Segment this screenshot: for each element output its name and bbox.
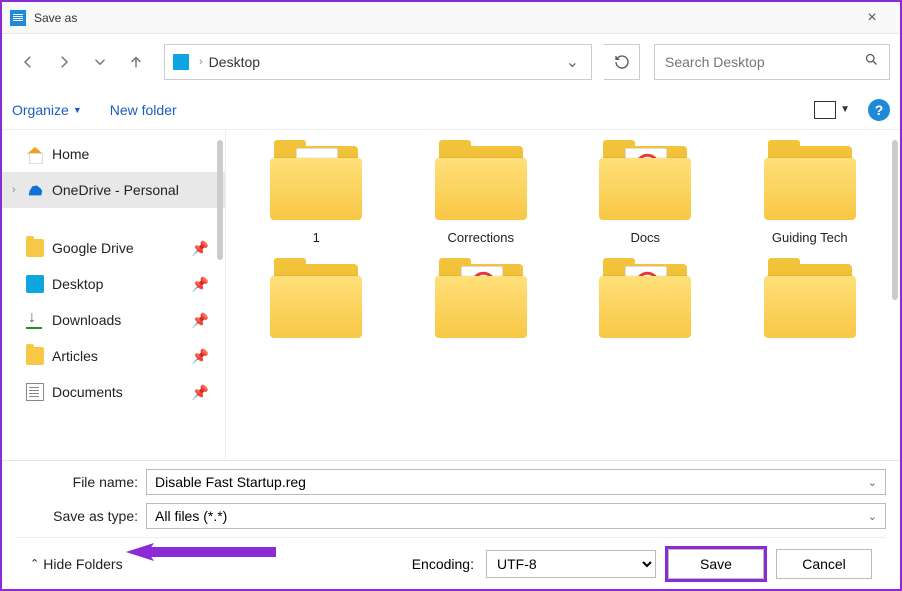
- folder-icon: [760, 140, 860, 222]
- sidebar-item-desktop[interactable]: Desktop📌: [2, 266, 225, 302]
- sidebar-item-documents[interactable]: Documents📌: [2, 374, 225, 410]
- app-icon: [10, 10, 26, 26]
- desktop-icon: [173, 54, 189, 70]
- folder-icon: [760, 258, 860, 340]
- back-button[interactable]: [12, 46, 44, 78]
- cancel-button[interactable]: Cancel: [776, 549, 872, 579]
- filename-input[interactable]: Disable Fast Startup.reg⌄: [146, 469, 886, 495]
- folder-name: Docs: [630, 230, 660, 248]
- recent-dropdown[interactable]: [84, 46, 116, 78]
- view-button[interactable]: [814, 101, 836, 119]
- pin-icon: 📌: [192, 348, 209, 365]
- folder-item[interactable]: Docs: [573, 140, 718, 248]
- view-dropdown-icon[interactable]: ▼: [840, 104, 850, 115]
- address-bar[interactable]: › Desktop ⌄: [164, 44, 592, 80]
- desk-icon: [26, 275, 44, 293]
- main-area: Home›OneDrive - PersonalGoogle Drive📌Des…: [2, 130, 900, 460]
- refresh-button[interactable]: [604, 44, 640, 80]
- pin-icon: 📌: [192, 384, 209, 401]
- folder-item[interactable]: [409, 258, 554, 366]
- sidebar-item-label: Articles: [52, 348, 192, 364]
- organize-menu[interactable]: Organize▼: [12, 102, 82, 118]
- forward-button[interactable]: [48, 46, 80, 78]
- expand-icon: ›: [12, 184, 26, 196]
- sidebar-item-label: OneDrive - Personal: [52, 182, 215, 198]
- current-location: Desktop: [209, 54, 566, 70]
- folder-icon: [266, 258, 366, 340]
- sidebar-item-onedrive-personal[interactable]: › OneDrive - Personal: [2, 172, 225, 208]
- encoding-label: Encoding:: [412, 556, 474, 572]
- folder-name: Guiding Tech: [772, 230, 848, 248]
- sidebar-item-label: Desktop: [52, 276, 192, 292]
- toolbar: Organize▼ New folder ▼ ?: [2, 90, 900, 130]
- nav-row: › Desktop ⌄: [2, 34, 900, 90]
- new-folder-button[interactable]: New folder: [110, 102, 177, 118]
- save-button[interactable]: Save: [668, 549, 764, 579]
- sidebar-item-downloads[interactable]: Downloads📌: [2, 302, 225, 338]
- filename-label: File name:: [16, 474, 146, 490]
- sidebar: Home›OneDrive - PersonalGoogle Drive📌Des…: [2, 130, 226, 460]
- up-button[interactable]: [120, 46, 152, 78]
- fold-icon: [26, 347, 44, 365]
- encoding-select[interactable]: UTF-8: [486, 550, 656, 578]
- search-box[interactable]: [654, 44, 890, 80]
- folder-item[interactable]: [573, 258, 718, 366]
- folder-item[interactable]: [738, 258, 883, 366]
- folder-item[interactable]: [244, 258, 389, 366]
- sidebar-item-google-drive[interactable]: Google Drive📌: [2, 230, 225, 266]
- folder-item[interactable]: Guiding Tech: [738, 140, 883, 248]
- content-scrollbar[interactable]: [892, 140, 898, 300]
- down-icon: [26, 311, 44, 329]
- doc-icon: [26, 383, 44, 401]
- sidebar-item-label: Documents: [52, 384, 192, 400]
- pin-icon: 📌: [192, 312, 209, 329]
- sidebar-scrollbar[interactable]: [217, 140, 223, 260]
- content-pane: 1 Corrections Docs Guiding Tech: [226, 130, 900, 460]
- folder-name: 1: [313, 230, 320, 248]
- home-icon: [26, 145, 44, 163]
- folder-icon: [431, 258, 531, 340]
- cloud-icon: [26, 181, 44, 199]
- close-button[interactable]: ×: [852, 9, 892, 27]
- chevron-right-icon: ›: [199, 56, 203, 68]
- sidebar-item-label: Downloads: [52, 312, 192, 328]
- pin-icon: 📌: [192, 240, 209, 257]
- folder-icon: [595, 258, 695, 340]
- bottom-panel: File name: Disable Fast Startup.reg⌄ Sav…: [2, 460, 900, 589]
- sidebar-item-label: Home: [52, 146, 215, 162]
- sidebar-item-home[interactable]: Home: [2, 136, 225, 172]
- folder-name: Corrections: [448, 230, 514, 248]
- folder-icon: [266, 140, 366, 222]
- saveastype-select[interactable]: All files (*.*)⌄: [146, 503, 886, 529]
- folder-item[interactable]: 1: [244, 140, 389, 248]
- folder-icon: [595, 140, 695, 222]
- titlebar: Save as ×: [2, 2, 900, 34]
- search-icon: [864, 52, 879, 72]
- saveastype-label: Save as type:: [16, 508, 146, 524]
- path-dropdown-icon[interactable]: ⌄: [566, 52, 579, 72]
- folder-item[interactable]: Corrections: [409, 140, 554, 248]
- help-button[interactable]: ?: [868, 99, 890, 121]
- sidebar-item-articles[interactable]: Articles📌: [2, 338, 225, 374]
- window-title: Save as: [34, 11, 852, 25]
- search-input[interactable]: [665, 54, 864, 70]
- pin-icon: 📌: [192, 276, 209, 293]
- hide-folders-toggle[interactable]: ⌃Hide Folders: [30, 556, 123, 572]
- sidebar-item-label: Google Drive: [52, 240, 192, 256]
- fold-icon: [26, 239, 44, 257]
- folder-icon: [431, 140, 531, 222]
